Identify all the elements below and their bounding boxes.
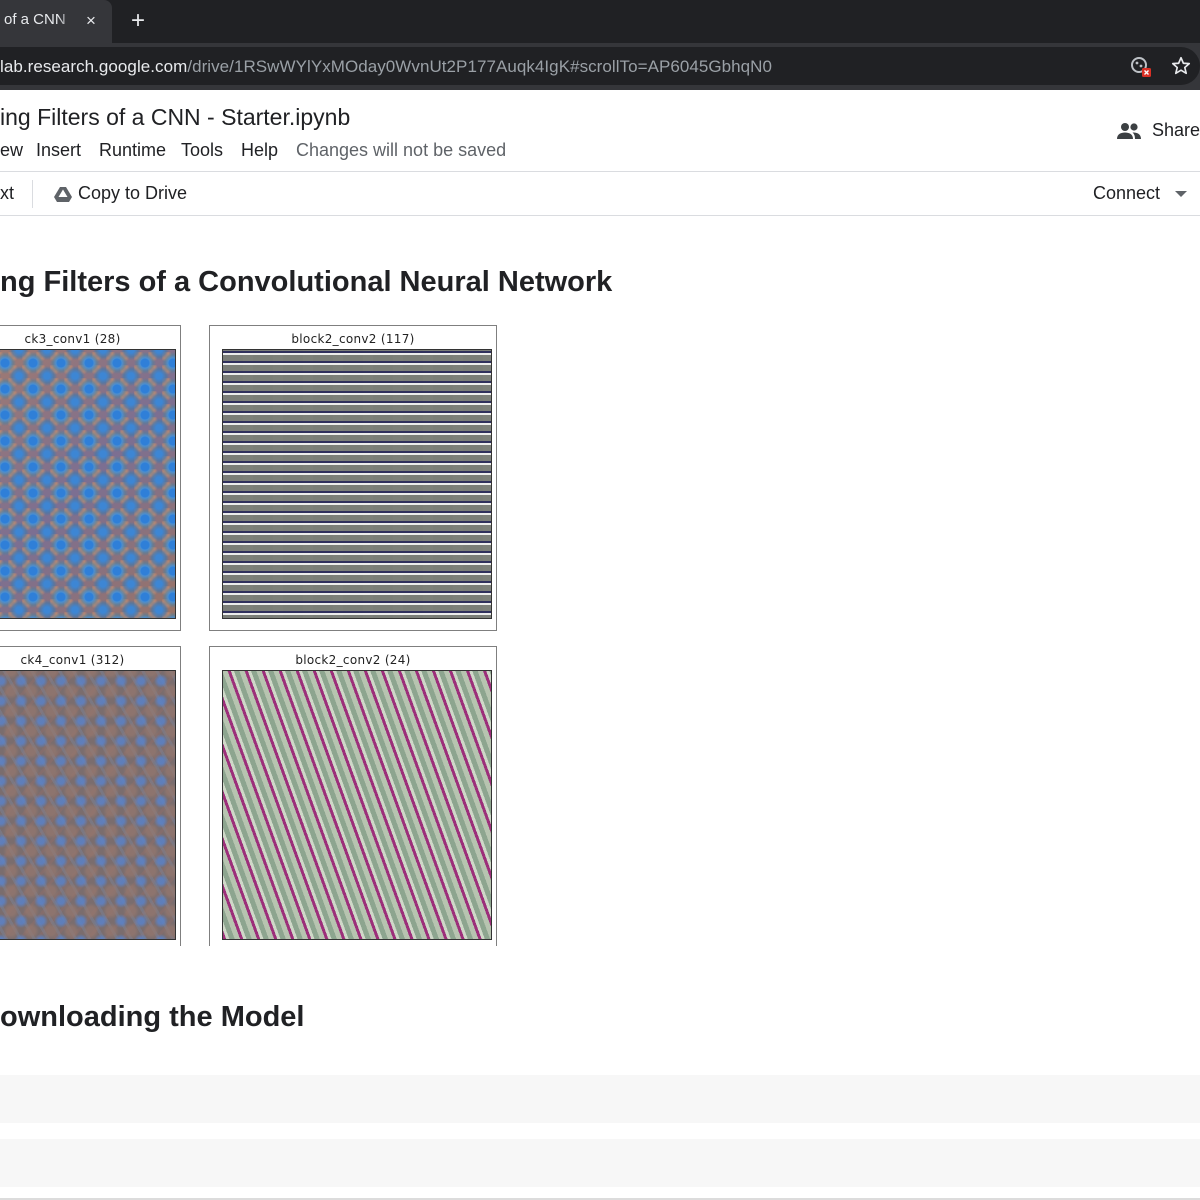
menu-tools[interactable]: Tools [181,140,223,161]
code-cell[interactable] [0,1075,1200,1123]
figure-caption: ck4_conv1 (312) [20,653,125,667]
section-heading: ownloading the Model [0,1001,305,1033]
url-text: lab.research.google.com/drive/1RSwWYlYxM… [0,57,772,77]
connect-button[interactable]: Connect [1093,183,1187,205]
menu-view[interactable]: ew [0,140,23,161]
menu-runtime[interactable]: Runtime [99,140,166,161]
filter-figure: ck3_conv1 (28) [0,325,181,631]
filter-figure: block2_conv2 (117) [209,325,497,631]
url-input[interactable]: lab.research.google.com/drive/1RSwWYlYxM… [0,47,1200,85]
filter-figure: ck4_conv1 (312) [0,646,181,946]
tab-title: of a CNN [4,11,66,28]
notebook-toolbar: xt Copy to Drive Connect [0,171,1200,216]
connect-label: Connect [1093,183,1161,203]
url-path: /drive/1RSwWYlYxMOday0WvnUt2P177Auqk4IgK… [187,57,772,76]
filter-visualization-image [222,349,492,619]
filter-visualization-image [222,670,492,940]
code-cell[interactable] [0,1139,1200,1187]
browser-tab-active[interactable]: of a CNN × [0,0,112,43]
menu-insert[interactable]: Insert [36,140,81,161]
toolbar-divider [32,180,33,208]
plus-icon[interactable]: + [126,8,150,34]
address-bar-area: lab.research.google.com/drive/1RSwWYlYxM… [0,43,1200,90]
section-heading: ng Filters of a Convolutional Neural Net… [0,266,613,298]
filter-visualization-image [0,349,176,619]
url-host: lab.research.google.com [0,57,188,76]
drive-icon [54,187,72,202]
filter-figure: block2_conv2 (24) [209,646,497,946]
star-icon[interactable] [1170,55,1192,77]
chevron-down-icon[interactable] [1175,191,1187,197]
copy-to-drive-label: Copy to Drive [78,183,188,203]
unsaved-notice[interactable]: Changes will not be saved [296,140,506,161]
people-icon [1117,123,1141,139]
figure-caption: block2_conv2 (24) [295,653,411,667]
colab-header: ing Filters of a CNN - Starter.ipynb ew … [0,90,1200,216]
extension-icon[interactable] [1130,56,1152,78]
figure-caption: block2_conv2 (117) [291,332,415,346]
menu-help[interactable]: Help [241,140,278,161]
figure-caption: ck3_conv1 (28) [24,332,121,346]
notebook-title[interactable]: ing Filters of a CNN - Starter.ipynb [0,104,350,131]
notebook-content: ng Filters of a Convolutional Neural Net… [0,216,1200,1200]
close-icon[interactable]: × [81,10,101,32]
browser-tab-strip: of a CNN × + [0,0,1200,43]
add-text-button[interactable]: xt [0,183,14,204]
filter-visualization-image [0,670,176,940]
share-label: Share [1152,120,1200,140]
